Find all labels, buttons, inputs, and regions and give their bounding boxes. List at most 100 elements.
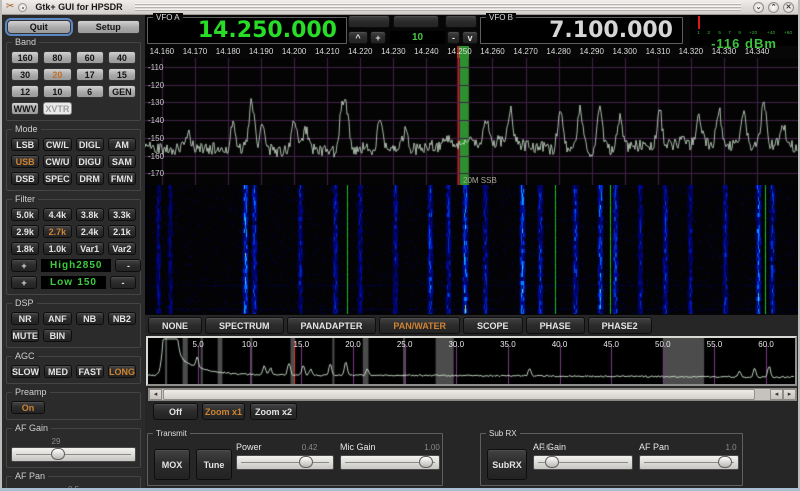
bandscope-scrollbar[interactable]: ◂ ◂ ▸ [148,388,797,401]
mode-button-fmn[interactable]: FM/N [107,172,136,185]
filter-button-var2[interactable]: Var2 [107,242,136,255]
display-tab-phase[interactable]: PHASE [525,317,585,334]
zoom-button-zoomx1[interactable]: Zoom x1 [202,403,245,420]
vfo-b-frequency[interactable]: 7.100.000 [549,19,673,42]
tune-button[interactable]: Tune [196,449,232,480]
vfo-a-less-b-button[interactable] [445,15,477,28]
display-tab-spectrum[interactable]: SPECTRUM [205,317,284,334]
band-button-15[interactable]: 15 [107,68,136,81]
zoom-button-zoomx2[interactable]: Zoom x2 [250,403,297,420]
filter-low-decrease-button[interactable]: - [110,276,136,289]
filter-button-10k[interactable]: 1.0k [43,242,72,255]
dsp-button-nb2[interactable]: NB2 [107,312,136,325]
zoom-button-off[interactable]: Off [153,403,198,420]
mode-button-lsb[interactable]: LSB [11,138,40,151]
display-tab-panwater[interactable]: PAN/WATER [379,317,461,334]
subrx-af-pan-slider[interactable] [639,455,739,470]
power-slider[interactable] [236,455,334,470]
band-button-17[interactable]: 17 [75,68,104,81]
setup-button[interactable]: Setup [76,20,140,34]
band-button-xvtr[interactable]: XVTR [43,102,72,115]
band-button-40[interactable]: 40 [107,51,136,64]
band-button-10[interactable]: 10 [43,85,72,98]
filter-button-18k[interactable]: 1.8k [11,242,40,255]
band-button-6[interactable]: 6 [75,85,104,98]
agc-button-fast[interactable]: FAST [76,365,104,378]
waterfall-display[interactable] [145,185,798,314]
vfo-a-frequency[interactable]: 14.250.000 [198,19,337,42]
filter-button-24k[interactable]: 2.4k [75,225,104,238]
mic-gain-slider-knob[interactable] [419,456,434,468]
band-button-160[interactable]: 160 [11,51,40,64]
vfo-a-to-b-button[interactable] [348,15,390,28]
band-button-20[interactable]: 20 [43,68,72,81]
close-window-button[interactable]: ✕ [783,1,794,13]
mode-button-digl[interactable]: DIGL [75,138,104,151]
subrx-button[interactable]: SubRX [487,449,527,480]
filter-button-33k[interactable]: 3.3k [107,208,136,221]
preamp-on-button[interactable]: On [11,401,45,414]
step-up-button[interactable]: ^ [348,31,368,44]
step-plus-button[interactable]: + [370,31,386,44]
maximize-window-button[interactable]: ⌃ [768,1,779,13]
mode-button-cwl[interactable]: CW/L [43,138,72,151]
filter-button-var1[interactable]: Var1 [75,242,104,255]
dsp-button-nb[interactable]: NB [75,312,104,325]
mic-gain-slider[interactable] [340,455,440,470]
filter-high-decrease-button[interactable]: - [115,259,142,272]
display-tab-phase2[interactable]: PHASE2 [587,317,652,334]
mode-button-spec[interactable]: SPEC [43,172,72,185]
dsp-button-anf[interactable]: ANF [43,312,72,325]
filter-button-38k[interactable]: 3.8k [75,208,104,221]
step-down-button[interactable]: v [462,31,478,44]
band-button-gen[interactable]: GEN [107,85,136,98]
dsp-button-mute[interactable]: MUTE [11,329,40,342]
mode-button-cwu[interactable]: CW/U [43,155,72,168]
filter-high-increase-button[interactable]: + [11,259,37,272]
agc-button-long[interactable]: LONG [108,365,136,378]
mode-button-drm[interactable]: DRM [75,172,104,185]
mic-gain-value: 1.00 [424,443,440,452]
filter-low-increase-button[interactable]: + [11,276,37,289]
vfo-a-swap-b-button[interactable] [393,15,439,28]
af-gain-slider-knob[interactable] [51,448,66,460]
mode-button-digu[interactable]: DIGU [75,155,104,168]
window-menu-button[interactable] [18,2,28,12]
filter-button-50k[interactable]: 5.0k [11,208,40,221]
power-slider-knob[interactable] [298,456,313,468]
mode-button-sam[interactable]: SAM [107,155,136,168]
shade-window-button[interactable]: ⌄ [753,1,764,13]
filter-button-21k[interactable]: 2.1k [107,225,136,238]
quit-button[interactable]: Quit [5,18,73,36]
filter-button-44k[interactable]: 4.4k [43,208,72,221]
band-button-80[interactable]: 80 [43,51,72,64]
band-button-12[interactable]: 12 [11,85,40,98]
band-button-60[interactable]: 60 [75,51,104,64]
dsp-button-bin[interactable]: BIN [43,329,72,342]
agc-button-slow[interactable]: SLOW [11,365,40,378]
filter-button-29k[interactable]: 2.9k [11,225,40,238]
subrx-af-pan-slider-knob[interactable] [718,456,733,468]
spectrum-display[interactable] [145,58,798,185]
mox-button[interactable]: MOX [154,449,190,480]
display-tab-scope[interactable]: SCOPE [463,317,523,334]
subrx-af-gain-slider-knob[interactable] [544,456,559,468]
scrollbar-track[interactable] [162,389,770,400]
mode-button-dsb[interactable]: DSB [11,172,40,185]
scrollbar-thumb[interactable] [163,389,755,400]
scroll-right-button[interactable]: ▸ [783,389,796,400]
dsp-button-nr[interactable]: NR [11,312,40,325]
scroll-back-button[interactable]: ◂ [770,389,783,400]
band-button-wwv[interactable]: WWV [11,102,40,115]
subrx-af-gain-slider[interactable] [533,455,633,470]
display-tab-panadapter[interactable]: PANADAPTER [286,317,377,334]
mode-button-usb[interactable]: USB [11,155,40,168]
step-minus-button[interactable]: - [447,31,460,44]
mode-button-am[interactable]: AM [107,138,136,151]
scroll-left-button[interactable]: ◂ [149,389,162,400]
filter-button-27k[interactable]: 2.7k [43,225,72,238]
band-button-30[interactable]: 30 [11,68,40,81]
af-gain-slider[interactable] [11,447,136,462]
agc-button-med[interactable]: MED [44,365,72,378]
display-tab-none[interactable]: NONE [148,317,203,334]
